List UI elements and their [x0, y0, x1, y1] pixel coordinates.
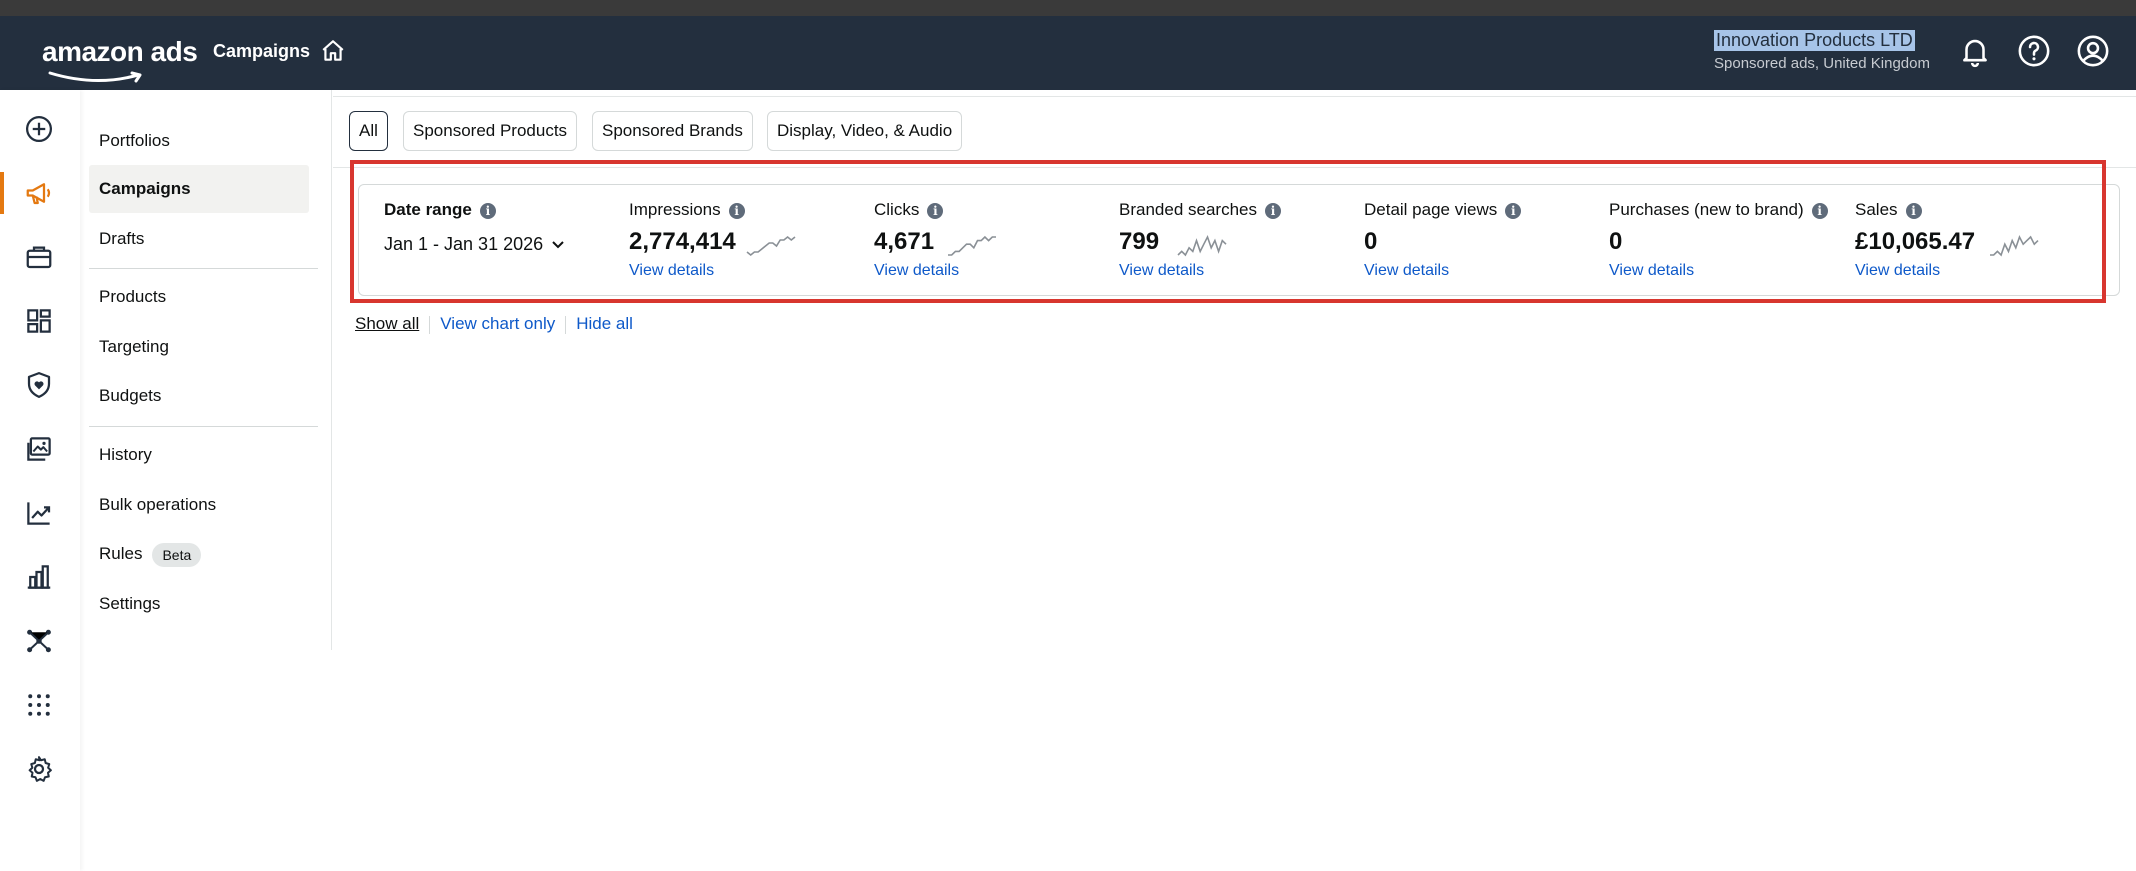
nav-item-drafts[interactable]: Drafts [98, 215, 318, 263]
beta-badge: Beta [152, 542, 202, 567]
nav-item-bulk-operations[interactable]: Bulk operations [98, 481, 318, 529]
images-icon[interactable] [24, 434, 54, 464]
filter-pill-display-video-audio[interactable]: Display, Video, & Audio [767, 111, 963, 151]
filter-pill-sponsored-products[interactable]: Sponsored Products [403, 111, 578, 151]
nav-item-products[interactable]: Products [98, 273, 318, 321]
apps-grid-icon[interactable] [24, 690, 54, 720]
highlight-annotation-box [350, 160, 2106, 303]
filter-pill-sponsored-brands[interactable]: Sponsored Brands [592, 111, 753, 151]
nav-item-history[interactable]: History [98, 431, 318, 479]
shield-heart-icon[interactable] [24, 370, 54, 400]
main-top-divider [333, 96, 2136, 97]
active-rail-indicator [0, 172, 4, 214]
top-header: amazon ads Campaigns Innovation Products… [0, 16, 2136, 90]
chart-view-links: Show all View chart only Hide all [355, 314, 633, 334]
nav-item-rules-label: Rules [99, 544, 143, 563]
line-chart-icon[interactable] [24, 498, 54, 528]
logo-smile-icon [48, 71, 142, 83]
nav-divider [89, 268, 318, 269]
account-name: Innovation Products LTD [1714, 30, 1915, 51]
link-separator [429, 315, 431, 334]
left-icon-rail [0, 90, 80, 871]
nav-item-rules[interactable]: Rules Beta [98, 530, 318, 578]
link-separator [565, 315, 567, 334]
nav-divider [89, 426, 318, 427]
hide-all-link[interactable]: Hide all [576, 314, 633, 334]
header-campaigns-title: Campaigns [213, 41, 311, 61]
nav-item-portfolios[interactable]: Portfolios [98, 117, 318, 165]
user-account-icon[interactable] [2076, 34, 2110, 68]
bell-icon[interactable] [1958, 34, 1992, 68]
view-chart-only-link[interactable]: View chart only [440, 314, 555, 334]
filter-pill-all[interactable]: All [349, 111, 388, 151]
help-icon[interactable] [2017, 34, 2051, 68]
amazon-ads-logo[interactable]: amazon ads [42, 36, 198, 68]
home-icon[interactable] [320, 38, 346, 64]
browser-top-strip [0, 0, 2136, 16]
nav-item-targeting[interactable]: Targeting [98, 323, 318, 371]
megaphone-icon[interactable] [24, 178, 54, 208]
bar-chart-icon[interactable] [24, 562, 54, 592]
campaign-manager-nav: Portfolios Campaigns Drafts Products Tar… [80, 90, 332, 650]
show-all-link[interactable]: Show all [355, 314, 419, 334]
gear-icon[interactable] [24, 754, 54, 784]
nav-item-settings[interactable]: Settings [98, 580, 318, 628]
nav-item-budgets[interactable]: Budgets [98, 372, 318, 420]
plus-circle-icon[interactable] [24, 114, 54, 144]
dashboard-icon[interactable] [24, 306, 54, 336]
nav-item-campaigns[interactable]: Campaigns [89, 165, 309, 213]
account-switcher[interactable]: Innovation Products LTD Sponsored ads, U… [1714, 30, 1930, 72]
briefcase-icon[interactable] [24, 242, 54, 272]
network-icon[interactable] [24, 626, 54, 656]
account-subtitle: Sponsored ads, United Kingdom [1714, 55, 1930, 72]
